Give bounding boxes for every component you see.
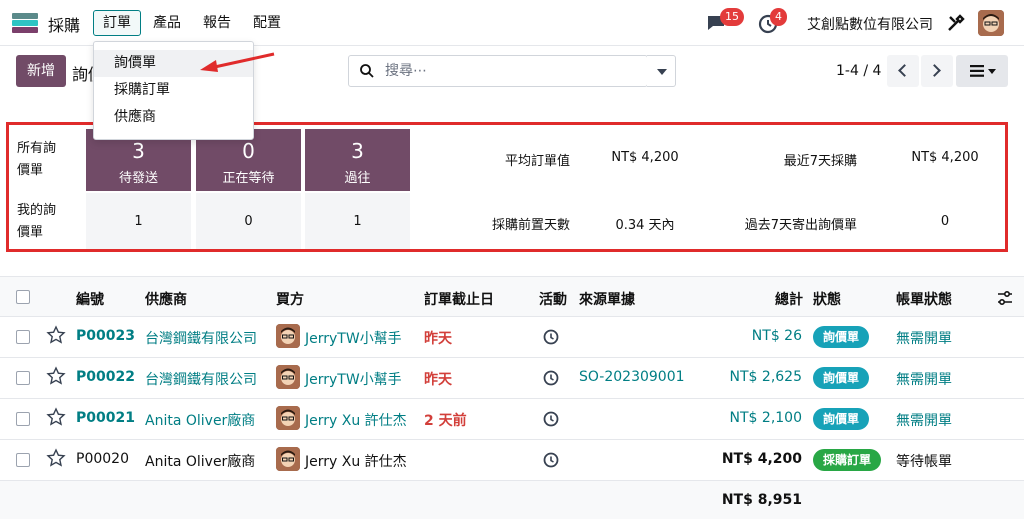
cell-vendor: Anita Oliver廠商 [145,454,256,470]
star-icon[interactable] [46,407,66,427]
caret-down-icon [657,69,667,75]
header-buyer[interactable]: 買方 [276,289,304,309]
activities-badge: 4 [770,8,787,26]
caret-down-icon [988,69,996,74]
pager-next-button[interactable] [921,55,953,87]
cell-vendor: Anita Oliver廠商 [145,413,256,429]
chevron-left-icon [898,64,911,77]
user-avatar[interactable] [978,10,1004,36]
activity-clock-icon[interactable] [543,329,559,345]
dropdown-item-vendors[interactable]: 供應商 [94,104,253,131]
cell-deadline: 昨天 [424,331,452,347]
menu-orders[interactable]: 訂單 [103,12,131,32]
cell-total: NT$ 26 [751,328,802,344]
cell-ref: P00023 [76,328,135,344]
top-navbar: 採購 訂單 產品 報告 配置 15 4 艾創點數位有限公司 [0,0,1024,46]
app-logo-icon[interactable] [12,13,38,33]
cell-buyer: JerryTW小幫手 [305,331,402,347]
chevron-right-icon [928,64,941,77]
menu-products[interactable]: 產品 [153,12,181,32]
grand-total: NT$ 8,951 [721,492,802,508]
star-icon[interactable] [46,448,66,468]
buyer-avatar [276,447,300,471]
table-footer: NT$ 8,951 [0,481,1024,519]
cell-deadline: 昨天 [424,372,452,388]
search-bar[interactable] [348,55,648,87]
cell-ref: P00021 [76,410,135,426]
status-badge: 詢價單 [813,367,870,389]
optional-columns-icon[interactable] [996,289,1014,307]
buyer-avatar [276,324,300,348]
search-icon [360,64,374,78]
search-options-toggle[interactable] [647,55,676,87]
star-icon[interactable] [46,366,66,386]
cell-total: NT$ 2,100 [729,410,802,426]
header-status[interactable]: 狀態 [813,289,841,309]
cell-ref: P00022 [76,369,135,385]
cell-billing: 無需開單 [896,413,952,429]
pager-previous-button[interactable] [887,55,919,87]
menu-reports[interactable]: 報告 [203,12,231,32]
header-activity[interactable]: 活動 [539,289,567,309]
cell-vendor: 台灣鋼鐵有限公司 [145,372,257,388]
cell-billing: 等待帳單 [896,454,952,470]
cell-deadline: 2 天前 [424,413,467,429]
select-all-checkbox[interactable] [16,290,30,304]
status-badge: 詢價單 [813,326,870,348]
star-icon[interactable] [46,325,66,345]
list-view-icon [970,65,984,77]
header-total[interactable]: 總計 [775,289,803,309]
row-checkbox[interactable] [16,371,30,385]
activity-clock-icon[interactable] [543,370,559,386]
pager-value[interactable]: 1-4 / 4 [836,63,881,79]
cell-buyer: JerryTW小幫手 [305,372,402,388]
messages-badge: 15 [720,8,744,26]
cell-ref: P00020 [76,451,129,467]
table-row[interactable]: P00021 Anita Oliver廠商 Jerry Xu 許仕杰 2 天前 … [0,399,1024,440]
new-button[interactable]: 新增 [16,55,66,87]
cell-buyer: Jerry Xu 許仕杰 [305,454,407,470]
status-badge: 採購訂單 [813,449,882,471]
list-view-switcher[interactable] [956,55,1008,87]
dropdown-item-purchase-orders[interactable]: 採購訂單 [94,77,253,104]
table-row[interactable]: P00023 台灣鋼鐵有限公司 JerryTW小幫手 昨天 NT$ 26 詢價單… [0,317,1024,358]
cell-vendor: 台灣鋼鐵有限公司 [145,331,257,347]
company-switcher[interactable]: 艾創點數位有限公司 [807,14,933,34]
table-row[interactable]: P00020 Anita Oliver廠商 Jerry Xu 許仕杰 NT$ 4… [0,440,1024,481]
dashboard-highlight-box [6,122,1008,252]
header-ref[interactable]: 編號 [76,289,104,309]
header-billing[interactable]: 帳單狀態 [896,289,952,309]
search-input[interactable] [385,56,635,86]
debug-tools-icon[interactable] [946,13,966,33]
header-deadline[interactable]: 訂單截止日 [424,289,494,309]
red-arrow-annotation [200,52,275,72]
table-header: 編號 供應商 買方 訂單截止日 活動 來源單據 總計 狀態 帳單狀態 [0,276,1024,317]
row-checkbox[interactable] [16,453,30,467]
header-source[interactable]: 來源單據 [579,289,635,309]
status-badge: 詢價單 [813,408,870,430]
row-checkbox[interactable] [16,330,30,344]
menu-configuration[interactable]: 配置 [253,12,281,32]
buyer-avatar [276,406,300,430]
header-vendor[interactable]: 供應商 [145,289,187,309]
cell-buyer: Jerry Xu 許仕杰 [305,413,407,429]
cell-billing: 無需開單 [896,372,952,388]
activity-clock-icon[interactable] [543,411,559,427]
cell-total: NT$ 2,625 [729,369,802,385]
table-row[interactable]: P00022 台灣鋼鐵有限公司 JerryTW小幫手 昨天 SO-2023090… [0,358,1024,399]
activity-clock-icon[interactable] [543,452,559,468]
row-checkbox[interactable] [16,412,30,426]
cell-source: SO-202309001 [579,369,685,385]
app-name[interactable]: 採購 [48,12,80,36]
cell-billing: 無需開單 [896,331,952,347]
buyer-avatar [276,365,300,389]
cell-total: NT$ 4,200 [721,451,802,467]
